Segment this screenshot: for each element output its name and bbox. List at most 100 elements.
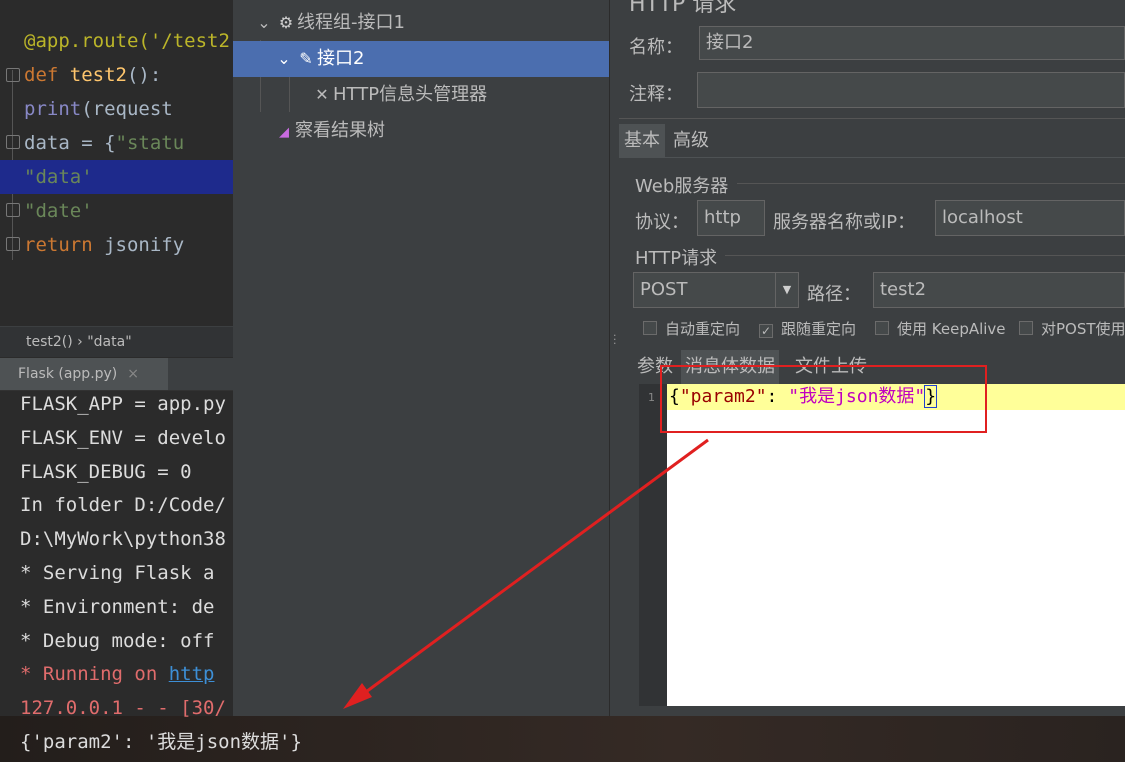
console-line: FLASK_DEBUG = 0 [20,455,192,489]
code-line: def test2(): [24,58,161,92]
tree-item-label: 接口2 [317,48,365,69]
close-icon[interactable]: × [127,366,139,382]
console-line: * Running on http [20,657,214,691]
code-token: "statu [115,132,185,154]
code-token: print [24,98,82,120]
code-token: return [24,234,105,256]
checkbox[interactable] [1019,321,1033,335]
line-number: 1 [648,391,655,404]
console-line: D:\MyWork\python38 [20,522,226,556]
annotation-highlight-box [660,365,987,433]
breadcrumb-text: test2() › "data" [26,334,132,350]
checkbox[interactable] [875,321,889,335]
console-text: In folder D:/Code/ [20,494,226,517]
chevron-down-icon[interactable]: ⌄ [253,5,275,41]
tools-icon: ✕ [315,85,329,104]
console-text: D:\MyWork\python38 [20,528,226,551]
code-token: jsonify [104,234,185,256]
console-line: * Debug mode: off [20,624,214,658]
checkbox-label: 自动重定向 [665,320,741,338]
server-label: 服务器名称或IP： [773,212,916,233]
code-line: @app.route('/test2 [24,24,230,58]
console-line: * Environment: de [20,590,214,624]
code-token: test2 [69,64,127,86]
group-border [725,255,1125,256]
code-token: (request [81,98,173,120]
protocol-label: 协议： [635,212,689,233]
jmeter-window: ⌄ ⚙ 线程组-接口1 ⌄ ✎ 接口2 ✕ HTTP信息头管理器 ◢ 察看结果树 · · · H… [233,0,1125,716]
console-text: * Debug mode: off [20,629,215,652]
checkbox[interactable] [643,321,657,335]
fold-marker[interactable] [6,237,20,251]
code-line: data = {"statu [24,126,184,160]
method-select[interactable]: POST ▼ [633,272,799,308]
http-request-form: HTTP 请求 名称： 接口2 注释： 基本 高级 Web服务器 协议： htt… [619,0,1125,716]
code-line: "data' [0,160,240,194]
group-border [737,183,1125,184]
console-text: * Environment: de [20,595,215,618]
console-text: 127.0.0.1 - - [30/ [20,697,226,720]
checkbox-keepalive[interactable]: 使用 KeepAlive [875,318,1006,339]
tab-advanced[interactable]: 高级 [668,124,714,158]
console-link[interactable]: http [169,663,215,685]
code-editor[interactable]: @app.route('/test2 def test2(): print(req… [0,0,240,326]
path-input[interactable]: test2 [873,272,1125,308]
console-line: {'param2': '我是json数据'} [20,725,302,759]
run-tab-flask[interactable]: Flask (app.py) × [0,358,168,390]
fold-marker[interactable] [6,68,20,82]
comment-label: 注释： [629,84,683,105]
tree-item-label: HTTP信息头管理器 [333,84,488,105]
chart-icon: ◢ [279,125,289,140]
console-text: {'param2': '我是json数据'} [20,731,302,753]
tree-guide [289,76,290,112]
console-text: * Serving Flask a [20,562,215,584]
split-pane-divider[interactable]: · · · [610,0,619,716]
checkbox-post-multipart[interactable]: 对POST使用 [1019,318,1125,339]
code-token: (): [126,64,162,86]
code-token: "date' [24,200,93,222]
fold-marker[interactable] [6,135,20,149]
checkbox-label: 使用 KeepAlive [897,320,1006,338]
test-plan-tree[interactable]: ⌄ ⚙ 线程组-接口1 ⌄ ✎ 接口2 ✕ HTTP信息头管理器 ◢ 察看结果树 [233,0,610,716]
console-line: * Serving Flask a [20,556,214,590]
fold-marker[interactable] [6,203,20,217]
tree-item-label: 察看结果树 [295,120,385,141]
path-label: 路径： [807,284,861,305]
drag-handle-icon[interactable]: · · · [613,330,617,349]
gear-icon: ⚙ [278,13,294,32]
protocol-input[interactable]: http [697,200,765,236]
name-input[interactable]: 接口2 [699,26,1125,60]
tree-item-header-manager[interactable]: ✕ HTTP信息头管理器 [311,77,487,113]
divider [619,118,1125,119]
checkbox-auto-redirect[interactable]: 自动重定向 [643,318,740,339]
tree-item-result-tree[interactable]: ◢ 察看结果树 [273,113,385,149]
code-line: return jsonify [24,228,184,262]
console-text: FLASK_APP = app.py [20,393,226,415]
chevron-down-icon[interactable]: ▼ [775,273,798,307]
editor-breadcrumb[interactable]: test2() › "data" [0,326,240,357]
tree-item-thread-group[interactable]: ⌄ ⚙ 线程组-接口1 [253,5,405,41]
http-request-group-title: HTTP请求 [635,248,718,269]
method-value: POST [640,279,688,300]
run-tab-label: Flask (app.py) [18,366,118,382]
code-token: data = { [24,132,116,154]
comment-input[interactable] [697,72,1125,108]
code-line: "date' [24,194,93,228]
console-text: FLASK_DEBUG = 0 [20,460,192,483]
console-line: In folder D:/Code/ [20,488,226,522]
tab-underline [619,157,1125,158]
console-text: FLASK_ENV = develo [20,426,226,449]
checkbox-follow-redirect[interactable]: ✓ 跟随重定向 [759,318,856,339]
tab-basic[interactable]: 基本 [619,124,665,158]
checkbox-label: 跟随重定向 [781,320,857,338]
server-input[interactable]: localhost [935,200,1125,236]
tree-item-sampler[interactable]: ⌄ ✎ 接口2 [233,41,609,77]
checkbox-checked[interactable]: ✓ [759,324,773,338]
code-line: print(request [24,92,173,126]
code-token: "data' [24,166,93,188]
chevron-down-icon[interactable]: ⌄ [273,41,295,77]
web-server-group-title: Web服务器 [635,176,729,197]
pencil-icon: ✎ [299,49,313,68]
code-token: def [24,64,70,86]
code-token: @app.route('/test2 [24,30,230,52]
